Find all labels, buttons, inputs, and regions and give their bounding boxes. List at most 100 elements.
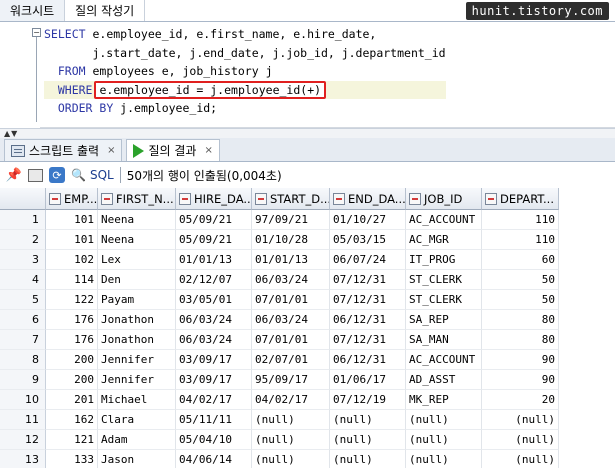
table-cell[interactable]: 04/02/17 (252, 390, 330, 410)
table-cell[interactable]: 01/01/13 (252, 250, 330, 270)
tab-worksheet[interactable]: 워크시트 (0, 0, 66, 21)
table-row[interactable]: 7 176 Jonathon 06/03/24 07/01/01 07/12/31 SA_M… (0, 330, 559, 350)
splitter-arrows-icon[interactable]: ▲▼ (4, 129, 18, 138)
table-cell[interactable]: (null) (482, 450, 559, 468)
table-cell[interactable]: 07/01/01 (252, 330, 330, 350)
table-cell[interactable]: 133 (46, 450, 98, 468)
table-cell[interactable]: 06/03/24 (176, 330, 252, 350)
table-cell[interactable]: 06/07/24 (330, 250, 406, 270)
tab-script-output[interactable]: 스크립트 출력 × (4, 139, 123, 161)
table-row[interactable]: 12 121 Adam 05/04/10 (null) (null) (null) (null… (0, 430, 559, 450)
table-cell[interactable]: 07/12/19 (330, 390, 406, 410)
panel-splitter[interactable]: ▲▼ (0, 128, 615, 138)
table-cell[interactable]: (null) (252, 410, 330, 430)
table-cell[interactable]: (null) (406, 410, 482, 430)
table-cell[interactable]: 110 (482, 210, 559, 230)
table-cell[interactable]: 05/09/21 (176, 230, 252, 250)
table-cell[interactable]: Jonathon (98, 330, 176, 350)
table-cell[interactable]: 01/10/27 (330, 210, 406, 230)
table-cell[interactable]: 80 (482, 310, 559, 330)
table-cell[interactable]: 05/09/21 (176, 210, 252, 230)
column-header-end-date[interactable]: END_DA... (330, 188, 406, 210)
table-cell[interactable]: AC_ACCOUNT (406, 350, 482, 370)
table-cell[interactable]: 02/07/01 (252, 350, 330, 370)
table-cell[interactable]: Clara (98, 410, 176, 430)
table-cell[interactable]: AC_MGR (406, 230, 482, 250)
table-row[interactable]: 9 200 Jennifer 03/09/17 95/09/17 01/06/17 AD_A… (0, 370, 559, 390)
column-header-employee-id[interactable]: EMP... (46, 188, 98, 210)
table-cell[interactable]: 50 (482, 270, 559, 290)
table-cell[interactable]: 01/06/17 (330, 370, 406, 390)
table-cell[interactable]: (null) (482, 430, 559, 450)
table-cell[interactable]: 01/01/13 (176, 250, 252, 270)
table-cell[interactable]: 06/03/24 (176, 310, 252, 330)
table-cell[interactable]: 05/11/11 (176, 410, 252, 430)
table-cell[interactable]: (null) (252, 450, 330, 468)
column-header-department-id[interactable]: DEPART... (482, 188, 559, 210)
table-cell[interactable]: 01/10/28 (252, 230, 330, 250)
table-cell[interactable]: (null) (330, 410, 406, 430)
table-cell[interactable]: 04/06/14 (176, 450, 252, 468)
table-cell[interactable]: Adam (98, 430, 176, 450)
refresh-icon[interactable]: ⟳ (49, 167, 65, 183)
table-cell[interactable]: 101 (46, 210, 98, 230)
table-cell[interactable]: ST_CLERK (406, 290, 482, 310)
table-cell[interactable]: 121 (46, 430, 98, 450)
sql-button[interactable]: 🔍 SQL (71, 168, 114, 182)
table-row[interactable]: 13 133 Jason 04/06/14 (null) (null) (null) (nul… (0, 450, 559, 468)
table-cell[interactable]: 03/05/01 (176, 290, 252, 310)
table-cell[interactable]: 114 (46, 270, 98, 290)
table-cell[interactable]: 06/03/24 (252, 310, 330, 330)
table-cell[interactable]: Den (98, 270, 176, 290)
table-cell[interactable]: (null) (406, 450, 482, 468)
table-cell[interactable]: (null) (330, 450, 406, 468)
table-cell[interactable]: 07/12/31 (330, 270, 406, 290)
table-cell[interactable]: 04/02/17 (176, 390, 252, 410)
table-cell[interactable]: Jennifer (98, 370, 176, 390)
table-cell[interactable]: AD_ASST (406, 370, 482, 390)
table-cell[interactable]: Michael (98, 390, 176, 410)
table-cell[interactable]: Payam (98, 290, 176, 310)
table-cell[interactable]: SA_MAN (406, 330, 482, 350)
table-cell[interactable]: 06/03/24 (252, 270, 330, 290)
table-row[interactable]: 4 114 Den 02/12/07 06/03/24 07/12/31 ST_CLERK 5… (0, 270, 559, 290)
table-cell[interactable]: Jason (98, 450, 176, 468)
table-cell[interactable]: Jennifer (98, 350, 176, 370)
table-row[interactable]: 1 101 Neena 05/09/21 97/09/21 01/10/27 AC_ACCO… (0, 210, 559, 230)
table-cell[interactable]: 07/12/31 (330, 290, 406, 310)
table-cell[interactable]: 05/04/10 (176, 430, 252, 450)
table-cell[interactable]: 122 (46, 290, 98, 310)
table-cell[interactable]: Neena (98, 230, 176, 250)
table-cell[interactable]: 03/09/17 (176, 350, 252, 370)
table-cell[interactable]: 201 (46, 390, 98, 410)
sql-code[interactable]: SELECT e.employee_id, e.first_name, e.hi… (44, 25, 446, 118)
table-cell[interactable]: 176 (46, 310, 98, 330)
table-cell[interactable]: AC_ACCOUNT (406, 210, 482, 230)
table-cell[interactable]: 03/09/17 (176, 370, 252, 390)
table-row[interactable]: 11 162 Clara 05/11/11 (null) (null) (null) (nul… (0, 410, 559, 430)
column-header-start-date[interactable]: START_D... (252, 188, 330, 210)
table-cell[interactable]: Neena (98, 210, 176, 230)
tab-query-result[interactable]: 질의 결과 × (126, 139, 220, 161)
close-icon[interactable]: × (204, 145, 212, 156)
table-cell[interactable]: 200 (46, 350, 98, 370)
table-cell[interactable]: 05/03/15 (330, 230, 406, 250)
table-cell[interactable]: 200 (46, 370, 98, 390)
column-header-first-name[interactable]: FIRST_N... (98, 188, 176, 210)
table-cell[interactable]: 60 (482, 250, 559, 270)
fold-collapse-icon[interactable]: − (32, 28, 41, 37)
table-cell[interactable]: MK_REP (406, 390, 482, 410)
table-cell[interactable]: Jonathon (98, 310, 176, 330)
table-cell[interactable]: ST_CLERK (406, 270, 482, 290)
table-cell[interactable]: Lex (98, 250, 176, 270)
table-cell[interactable]: 07/12/31 (330, 330, 406, 350)
table-cell[interactable]: 90 (482, 370, 559, 390)
column-header-job-id[interactable]: JOB_ID (406, 188, 482, 210)
table-cell[interactable]: 80 (482, 330, 559, 350)
table-row[interactable]: 10 201 Michael 04/02/17 04/02/17 07/12/19 MK_R… (0, 390, 559, 410)
table-cell[interactable]: 07/01/01 (252, 290, 330, 310)
pin-icon[interactable]: 📌 (6, 167, 22, 183)
table-row[interactable]: 2 101 Neena 05/09/21 01/10/28 05/03/15 AC_MGR 1… (0, 230, 559, 250)
table-cell[interactable]: 50 (482, 290, 559, 310)
table-row[interactable]: 3 102 Lex 01/01/13 01/01/13 06/07/24 IT_PROG 60 (0, 250, 559, 270)
